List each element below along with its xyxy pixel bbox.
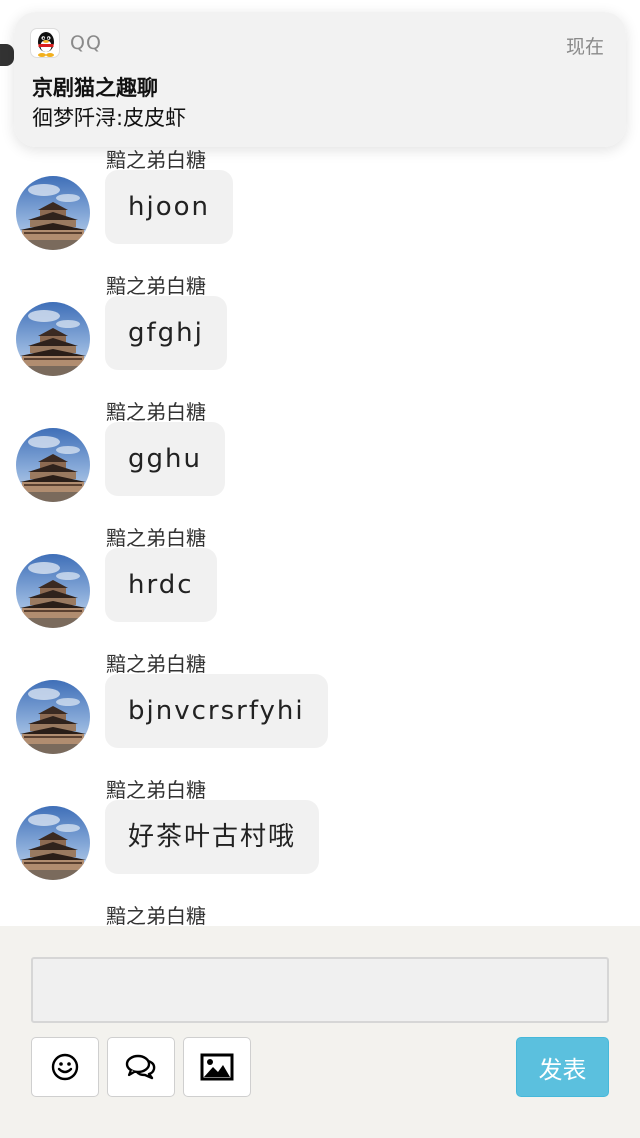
composer-panel: 发表 <box>0 926 640 1138</box>
message-bubble[interactable]: bjnvcrsrfyhi <box>105 674 328 748</box>
chat-message: 黯之弟白糖 <box>0 902 640 926</box>
sender-name: 黯之弟白糖 <box>106 400 206 424</box>
chat-message: 黯之弟白糖 hrdc <box>0 524 640 650</box>
avatar[interactable] <box>16 554 90 628</box>
message-bubble[interactable]: gfghj <box>105 296 227 370</box>
chat-bubbles-icon <box>125 1054 156 1080</box>
background-edge-shape <box>0 44 14 66</box>
avatar[interactable] <box>16 680 90 754</box>
sender-name: 黯之弟白糖 <box>106 778 206 802</box>
message-bubble[interactable]: 好茶叶古村哦 <box>105 800 320 874</box>
qq-penguin-icon <box>30 28 60 58</box>
chat-message: 黯之弟白糖 好茶叶古村哦 <box>0 776 640 902</box>
chat-message: 黯之弟白糖 gfghj <box>0 272 640 398</box>
emoji-button[interactable] <box>31 1037 99 1097</box>
avatar[interactable] <box>16 176 90 250</box>
chat-message: 黯之弟白糖 bjnvcrsrfyhi <box>0 650 640 776</box>
chat-message: 黯之弟白糖 gghu <box>0 398 640 524</box>
notification-time: 现在 <box>565 36 604 58</box>
quick-reply-button[interactable] <box>107 1037 175 1097</box>
avatar[interactable] <box>16 806 90 880</box>
avatar[interactable] <box>16 428 90 502</box>
sender-name: 黯之弟白糖 <box>106 274 206 298</box>
notification-app-name: QQ <box>70 32 102 54</box>
avatar[interactable] <box>16 302 90 376</box>
image-icon <box>200 1053 234 1081</box>
image-button[interactable] <box>183 1037 251 1097</box>
message-bubble[interactable]: hjoon <box>105 170 233 244</box>
sender-name: 黯之弟白糖 <box>106 904 206 926</box>
chat-message: 黯之弟白糖 hjoon <box>0 146 640 272</box>
sender-name: 黯之弟白糖 <box>106 652 206 676</box>
message-bubble[interactable]: hrdc <box>105 548 217 622</box>
message-bubble[interactable]: gghu <box>105 422 225 496</box>
send-button[interactable]: 发表 <box>516 1037 609 1097</box>
sender-name: 黯之弟白糖 <box>106 526 206 550</box>
notification-body: 徊梦阡浔:皮皮虾 <box>32 106 187 130</box>
push-notification[interactable]: QQ 现在 京剧猫之趣聊 徊梦阡浔:皮皮虾 <box>14 12 626 147</box>
smiley-icon <box>51 1053 79 1081</box>
notification-title: 京剧猫之趣聊 <box>32 76 158 100</box>
message-input[interactable] <box>31 957 609 1023</box>
sender-name: 黯之弟白糖 <box>106 148 206 172</box>
